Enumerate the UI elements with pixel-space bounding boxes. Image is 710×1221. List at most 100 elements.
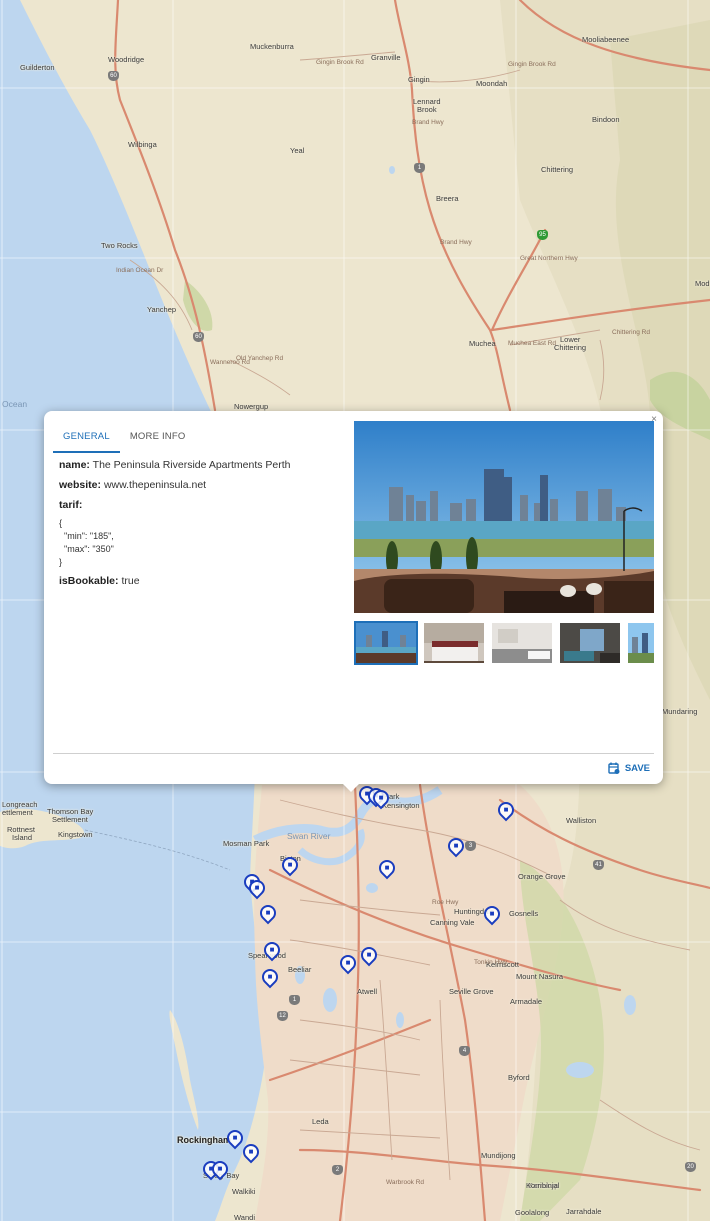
hotel-marker[interactable]: ■: [375, 856, 399, 880]
bookable-value: true: [121, 575, 140, 587]
hotel-marker[interactable]: ■: [245, 876, 269, 900]
place-label: Walliston: [566, 816, 597, 825]
place-label: Gosnells: [509, 909, 539, 918]
road-label: Brand Hwy: [412, 119, 444, 126]
tarif-row: tarif:: [59, 499, 339, 511]
place-label: Muchea: [469, 339, 496, 348]
place-label: Canning Vale: [430, 918, 475, 927]
popup-tabs: GENERAL MORE INFO: [53, 425, 195, 453]
thumb-skyline-2[interactable]: [626, 621, 654, 665]
bed-icon: ■: [384, 863, 390, 872]
hotel-info-popup: × GENERAL MORE INFO name: The Peninsula …: [44, 411, 663, 792]
popup-divider: [53, 753, 654, 754]
bed-icon: ■: [345, 958, 351, 967]
place-label: Seville Grove: [449, 987, 494, 996]
save-button[interactable]: SAVE: [608, 758, 650, 778]
place-label: Wandi: [234, 1213, 255, 1221]
place-label: Jarrahdale: [566, 1207, 602, 1216]
place-label: Leda: [312, 1117, 329, 1126]
bed-icon: ■: [217, 1164, 223, 1173]
calendar-save-icon: [608, 762, 620, 774]
place-label: Yeal: [290, 146, 305, 155]
hotel-marker[interactable]: ■: [444, 834, 468, 858]
route-shield: 4: [459, 1046, 470, 1056]
hotel-marker[interactable]: ■: [357, 943, 381, 967]
website-label: website:: [59, 479, 102, 491]
name-value: The Peninsula Riverside Apartments Perth: [92, 459, 291, 471]
bed-icon: ■: [232, 1133, 238, 1142]
place-label: Chittering: [541, 165, 574, 174]
place-label: Chittering: [554, 343, 587, 352]
place-label: Korribinjal: [526, 1181, 560, 1190]
tab-general[interactable]: GENERAL: [53, 425, 120, 453]
road-label: Great Northern Hwy: [520, 255, 578, 262]
thumb-kitchen[interactable]: [490, 621, 554, 665]
route-shield: 60: [193, 332, 204, 342]
bed-icon: ■: [287, 860, 293, 869]
main-photo: [354, 421, 654, 613]
bed-icon: ■: [453, 841, 459, 850]
hotel-marker[interactable]: ■: [208, 1157, 232, 1181]
bed-icon: ■: [267, 972, 273, 981]
hotel-marker[interactable]: ■: [336, 951, 360, 975]
route-shield: 1: [289, 995, 300, 1005]
popup-pointer: [342, 783, 360, 792]
thumb-living-room[interactable]: [558, 621, 622, 665]
hotel-marker[interactable]: ■: [278, 853, 302, 877]
place-label: Atwell: [357, 987, 378, 996]
tarif-json-value: { "min": "185", "max": "350" }: [59, 518, 114, 567]
hotel-marker[interactable]: ■: [260, 938, 284, 962]
place-label: Mooliabeenee: [582, 35, 630, 44]
save-button-label: SAVE: [624, 762, 650, 774]
place-label: Mod: [695, 279, 710, 288]
route-shield: 3: [465, 841, 476, 851]
place-label: Breera: [436, 194, 459, 203]
bed-icon: ■: [269, 945, 275, 954]
tarif-label: tarif:: [59, 499, 83, 511]
bed-icon: ■: [489, 909, 495, 918]
place-label: Walkiki: [232, 1187, 256, 1196]
road-label: Muchea East Rd: [508, 340, 557, 347]
road-label: Wanneroo Rd: [210, 359, 250, 366]
place-label: Granville: [371, 53, 401, 62]
thumb-bedroom[interactable]: [422, 621, 486, 665]
thumb-skyline[interactable]: [354, 621, 418, 665]
hotel-marker[interactable]: ■: [258, 965, 282, 989]
place-label: Orange Grove: [518, 872, 566, 881]
road-label: Roe Hwy: [432, 899, 459, 906]
place-label: Muckenburra: [250, 42, 294, 51]
hotel-marker[interactable]: ■: [494, 798, 518, 822]
bed-icon: ■: [503, 805, 509, 814]
place-label: Mundijong: [481, 1151, 516, 1160]
route-shield: 95: [537, 230, 548, 240]
place-label: ettlement: [2, 808, 33, 817]
place-label: Guilderton: [20, 63, 55, 72]
place-label: Armadale: [510, 997, 543, 1006]
route-shield: 2: [332, 1165, 343, 1175]
road-label: Gingin Brook Rd: [316, 59, 364, 66]
photo-thumbnails: [354, 621, 654, 665]
bookable-label: isBookable:: [59, 575, 119, 587]
hotel-marker[interactable]: ■: [369, 786, 393, 810]
name-label: name:: [59, 459, 90, 471]
hotel-marker[interactable]: ■: [256, 901, 280, 925]
place-label: Woodridge: [108, 55, 145, 64]
route-shield: 1: [414, 163, 425, 173]
route-shield: 20: [685, 1162, 696, 1172]
place-label: Byford: [508, 1073, 530, 1082]
route-shield: 12: [277, 1011, 288, 1021]
place-label: Wilbinga: [128, 140, 157, 149]
hotel-marker[interactable]: ■: [223, 1126, 247, 1150]
place-label: Rockingham: [177, 1135, 232, 1145]
route-shield: 60: [108, 71, 119, 81]
name-row: name: The Peninsula Riverside Apartments…: [59, 459, 339, 471]
place-label: Ocean: [2, 399, 28, 409]
road-label: Chittering Rd: [612, 329, 650, 336]
road-label: Indian Ocean Dr: [116, 267, 164, 274]
tab-more-info[interactable]: MORE INFO: [120, 425, 196, 453]
bookable-row: isBookable: true: [59, 575, 339, 587]
hotel-marker[interactable]: ■: [239, 1140, 263, 1164]
place-label: Kingstown: [58, 830, 93, 839]
hotel-marker[interactable]: ■: [480, 902, 504, 926]
place-label: Mosman Park: [223, 839, 270, 848]
